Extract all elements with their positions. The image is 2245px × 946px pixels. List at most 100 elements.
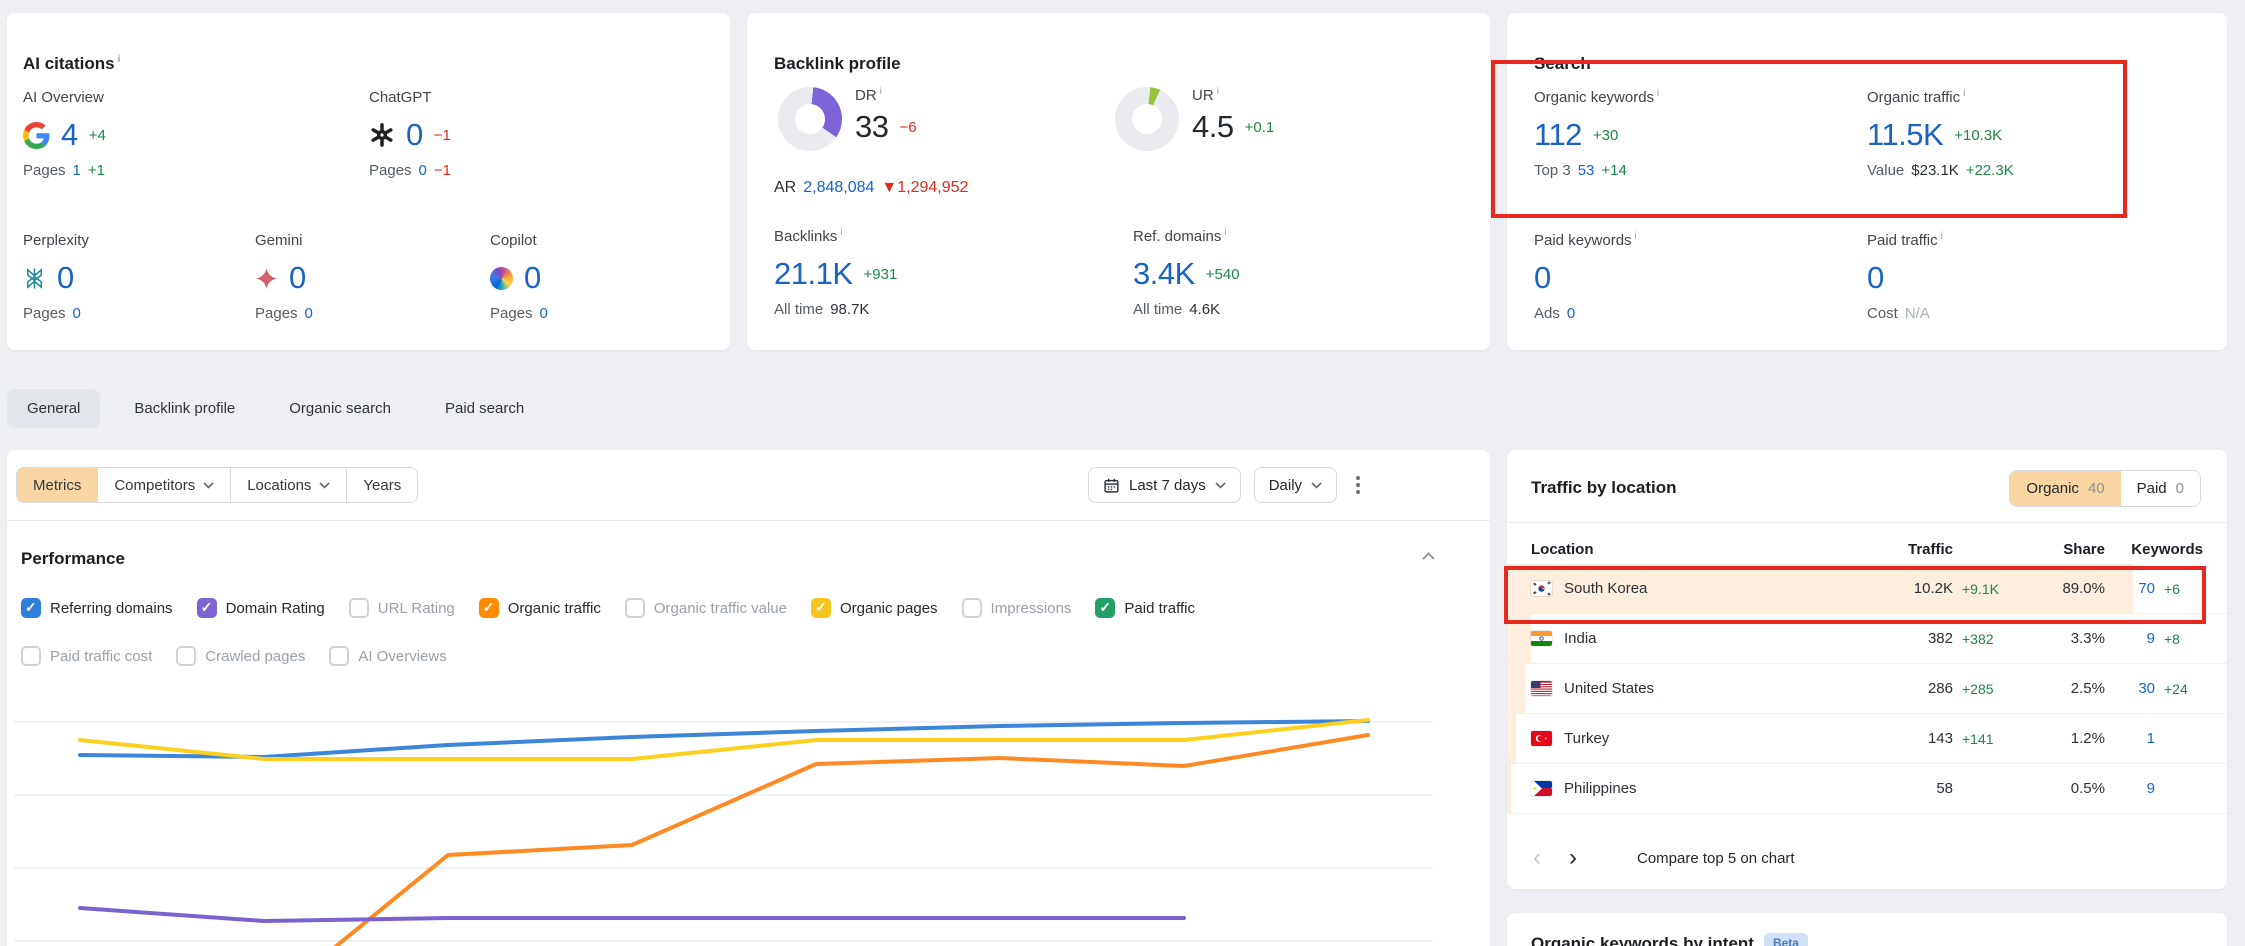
info-icon[interactable]	[1224, 228, 1226, 238]
chatgpt-metric: ChatGPT 0 −1 Pages0−1	[369, 89, 451, 179]
tab-organic-search[interactable]: Organic search	[269, 389, 411, 428]
metrics-button[interactable]: Metrics	[17, 468, 97, 502]
checkbox-organic-pages[interactable]: Organic pages	[811, 598, 938, 618]
pages-value[interactable]: 0	[419, 162, 427, 179]
toggle-organic[interactable]: Organic40	[2010, 471, 2120, 506]
pages-value[interactable]: 0	[305, 305, 313, 322]
ads-value[interactable]: 0	[1567, 305, 1575, 322]
google-icon	[23, 122, 50, 149]
competitors-dropdown[interactable]: Competitors	[97, 468, 230, 502]
checkbox-domain-rating[interactable]: Domain Rating	[197, 598, 325, 618]
keywords-value[interactable]: 9	[2105, 630, 2155, 647]
tab-general[interactable]: General	[7, 389, 100, 428]
checkbox-organic-traffic[interactable]: Organic traffic	[479, 598, 601, 618]
pages-value[interactable]: 0	[540, 305, 548, 322]
compare-top5-link[interactable]: Compare top 5 on chart	[1637, 850, 1795, 867]
traffic-value: 10.2K	[1861, 580, 1953, 597]
traffic-value-amount: $23.1K	[1911, 162, 1959, 179]
cost-value: N/A	[1905, 305, 1930, 322]
ar-change: ▼1,294,952	[881, 179, 968, 197]
collapse-chevron-up-icon[interactable]	[1422, 552, 1435, 560]
granularity-dropdown[interactable]: Daily	[1254, 467, 1337, 503]
col-traffic: Traffic	[1861, 541, 1953, 558]
traffic-change: +9.1K	[1953, 581, 2017, 597]
pages-change: −1	[434, 162, 451, 179]
info-icon[interactable]	[1635, 232, 1637, 242]
checkbox-url-rating[interactable]: URL Rating	[349, 598, 455, 618]
prev-page-button[interactable]: ‹	[1533, 846, 1541, 870]
pages-label: Pages	[23, 305, 66, 322]
years-button[interactable]: Years	[346, 468, 417, 502]
metric-label: AI Overview	[23, 89, 106, 106]
location-name: Philippines	[1564, 780, 1637, 797]
keywords-change: +6	[2155, 581, 2203, 597]
paid-traffic-value[interactable]: 0	[1867, 260, 1884, 296]
checkbox-paid-traffic[interactable]: Paid traffic	[1095, 598, 1195, 618]
table-row-india[interactable]: India 382 +382 3.3% 9 +8	[1507, 614, 2227, 664]
info-icon[interactable]	[1941, 232, 1943, 242]
tab-backlink-profile[interactable]: Backlink profile	[114, 389, 255, 428]
dr-label: DR	[855, 87, 877, 104]
gemini-icon	[255, 267, 278, 290]
metric-label: Gemini	[255, 232, 313, 249]
organic-traffic-value[interactable]: 11.5K	[1867, 117, 1943, 153]
ref-domains-value[interactable]: 3.4K	[1133, 256, 1195, 292]
more-options-kebab-icon[interactable]	[1350, 468, 1366, 502]
keywords-value[interactable]: 9	[2105, 780, 2155, 797]
toggle-paid[interactable]: Paid0	[2121, 471, 2200, 506]
ur-metric: UR 4.5+0.1	[1192, 87, 1274, 154]
info-icon[interactable]	[1217, 87, 1219, 97]
keywords-value[interactable]: 70	[2105, 580, 2155, 597]
checkbox-organic-traffic-value[interactable]: Organic traffic value	[625, 598, 787, 618]
copilot-metric: Copilot 0 Pages0	[490, 232, 548, 322]
organic-keywords-value[interactable]: 112	[1534, 117, 1582, 153]
keywords-value[interactable]: 1	[2105, 730, 2155, 747]
table-row-turkey[interactable]: Turkey 143 +141 1.2% 1	[1507, 714, 2227, 764]
top3-value[interactable]: 53	[1578, 162, 1595, 179]
table-pagination: ‹ › Compare top 5 on chart	[1533, 838, 1795, 878]
tab-paid-search[interactable]: Paid search	[425, 389, 544, 428]
organic-paid-toggle: Organic40 Paid0	[2009, 470, 2201, 507]
locations-dropdown[interactable]: Locations	[230, 468, 346, 502]
paid-count: 0	[2176, 480, 2184, 497]
ur-donut	[1115, 87, 1179, 151]
info-icon[interactable]	[1963, 89, 1965, 99]
filters-control: Metrics Competitors Locations Years	[16, 467, 418, 503]
checkbox-impressions[interactable]: Impressions	[962, 598, 1072, 618]
backlinks-value[interactable]: 21.1K	[774, 256, 853, 292]
info-icon[interactable]	[118, 55, 121, 65]
ref-domains-metric: Ref. domains 3.4K+540 All time4.6K	[1133, 228, 1240, 318]
keywords-value[interactable]: 30	[2105, 680, 2155, 697]
traffic-by-location-card: Traffic by location Organic40 Paid0 Loca…	[1507, 450, 2227, 889]
date-range-button[interactable]: Last 7 days	[1088, 467, 1241, 503]
info-icon[interactable]	[880, 87, 882, 97]
location-name: United States	[1564, 680, 1654, 697]
pages-value[interactable]: 1	[73, 162, 81, 179]
ar-value[interactable]: 2,848,084	[803, 179, 874, 197]
paid-keywords-value[interactable]: 0	[1534, 260, 1551, 296]
table-row-south-korea[interactable]: South Korea 10.2K +9.1K 89.0% 70 +6	[1507, 564, 2227, 614]
metric-change: −1	[434, 127, 451, 144]
dr-value: 33	[855, 109, 888, 145]
table-row-united-states[interactable]: United States 286 +285 2.5% 30 +24	[1507, 664, 2227, 714]
col-location: Location	[1531, 541, 1861, 558]
checkbox-referring-domains[interactable]: Referring domains	[21, 598, 173, 618]
perplexity-metric: Perplexity 0 Pages0	[23, 232, 89, 322]
metric-value: 0	[289, 260, 306, 296]
dr-metric: DR 33−6	[855, 87, 917, 154]
table-row-philippines[interactable]: Philippines 58 0.5% 9	[1507, 764, 2227, 814]
info-icon[interactable]	[840, 228, 842, 238]
next-page-button[interactable]: ›	[1569, 846, 1577, 870]
organic-keywords-intent-card: Organic keywords by intentBeta	[1507, 913, 2227, 946]
share-value: 1.2%	[2017, 730, 2105, 747]
pages-value[interactable]: 0	[73, 305, 81, 322]
info-icon[interactable]	[1657, 89, 1659, 99]
location-name: Turkey	[1564, 730, 1609, 747]
dr-donut	[778, 87, 842, 151]
traffic-value: 382	[1861, 630, 1953, 647]
ar-label: AR	[774, 179, 796, 197]
ur-label: UR	[1192, 87, 1214, 104]
calendar-icon	[1103, 477, 1120, 494]
keywords-change: +24	[2155, 681, 2203, 697]
traffic-change: +285	[1953, 681, 2017, 697]
